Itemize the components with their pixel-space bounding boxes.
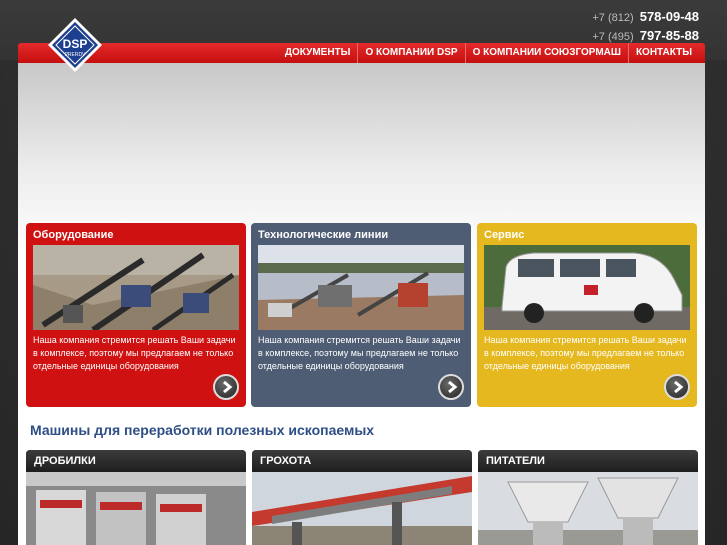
phone-code: +7 (812) (592, 12, 634, 24)
svg-text:PRERDV: PRERDV (65, 52, 87, 58)
arrow-right-icon[interactable] (213, 374, 239, 400)
arrow-right-icon[interactable] (438, 374, 464, 400)
category-label: ДРОБИЛКИ (26, 450, 246, 472)
phone-line-spb: +7 (812) 578-09-48 (592, 8, 699, 27)
phone-numbers: +7 (812) 578-09-48 +7 (495) 797-85-88 (592, 8, 699, 46)
machines-section-title: Машины для переработки полезных ископаем… (30, 422, 375, 438)
phone-number: 578-09-48 (639, 9, 699, 24)
equipment-photo (33, 245, 239, 330)
category-label: ГРОХОТА (252, 450, 472, 472)
feature-card-equipment[interactable]: Оборудование Наша компания стремится реш… (26, 223, 246, 407)
category-label: ПИТАТЕЛИ (478, 450, 698, 472)
arrow-right-icon[interactable] (664, 374, 690, 400)
svg-text:DSP: DSP (63, 37, 88, 51)
nav-item-about-dsp[interactable]: О КОМПАНИИ DSP (357, 43, 464, 63)
service-van-photo (484, 245, 690, 330)
feature-card-lines[interactable]: Технологические линии Наша компания стре… (251, 223, 471, 407)
nav-item-documents[interactable]: ДОКУМЕНТЫ (278, 43, 358, 63)
phone-number: 797-85-88 (639, 28, 699, 43)
feature-text: Наша компания стремится решать Ваши зада… (33, 335, 236, 371)
feature-title: Сервис (484, 229, 525, 241)
feature-text: Наша компания стремится решать Ваши зада… (258, 335, 461, 371)
phone-code: +7 (495) (592, 31, 634, 43)
screens-photo (252, 472, 472, 545)
category-card-screens[interactable]: ГРОХОТА (252, 450, 472, 545)
feeders-photo (478, 472, 698, 545)
feature-title: Технологические линии (258, 229, 389, 241)
category-card-feeders[interactable]: ПИТАТЕЛИ (478, 450, 698, 545)
category-card-crushers[interactable]: ДРОБИЛКИ (26, 450, 246, 545)
lines-photo (258, 245, 464, 330)
main-content: Оборудование Наша компания стремится реш… (18, 63, 705, 545)
crushers-photo (26, 472, 246, 545)
dsp-logo[interactable]: DSP PRERDV (46, 16, 104, 74)
feature-card-service[interactable]: Сервис Наша компания стремится решать Ва… (477, 223, 697, 407)
feature-text: Наша компания стремится решать Ваши зада… (484, 335, 687, 371)
nav-menu: ДОКУМЕНТЫ О КОМПАНИИ DSP О КОМПАНИИ СОЮЗ… (278, 43, 699, 63)
nav-item-contacts[interactable]: КОНТАКТЫ (627, 43, 699, 63)
nav-item-about-soyuzgormash[interactable]: О КОМПАНИИ СОЮЗГОРМАШ (464, 43, 628, 63)
main-navbar: ДОКУМЕНТЫ О КОМПАНИИ DSP О КОМПАНИИ СОЮЗ… (18, 43, 705, 63)
feature-title: Оборудование (33, 229, 114, 241)
